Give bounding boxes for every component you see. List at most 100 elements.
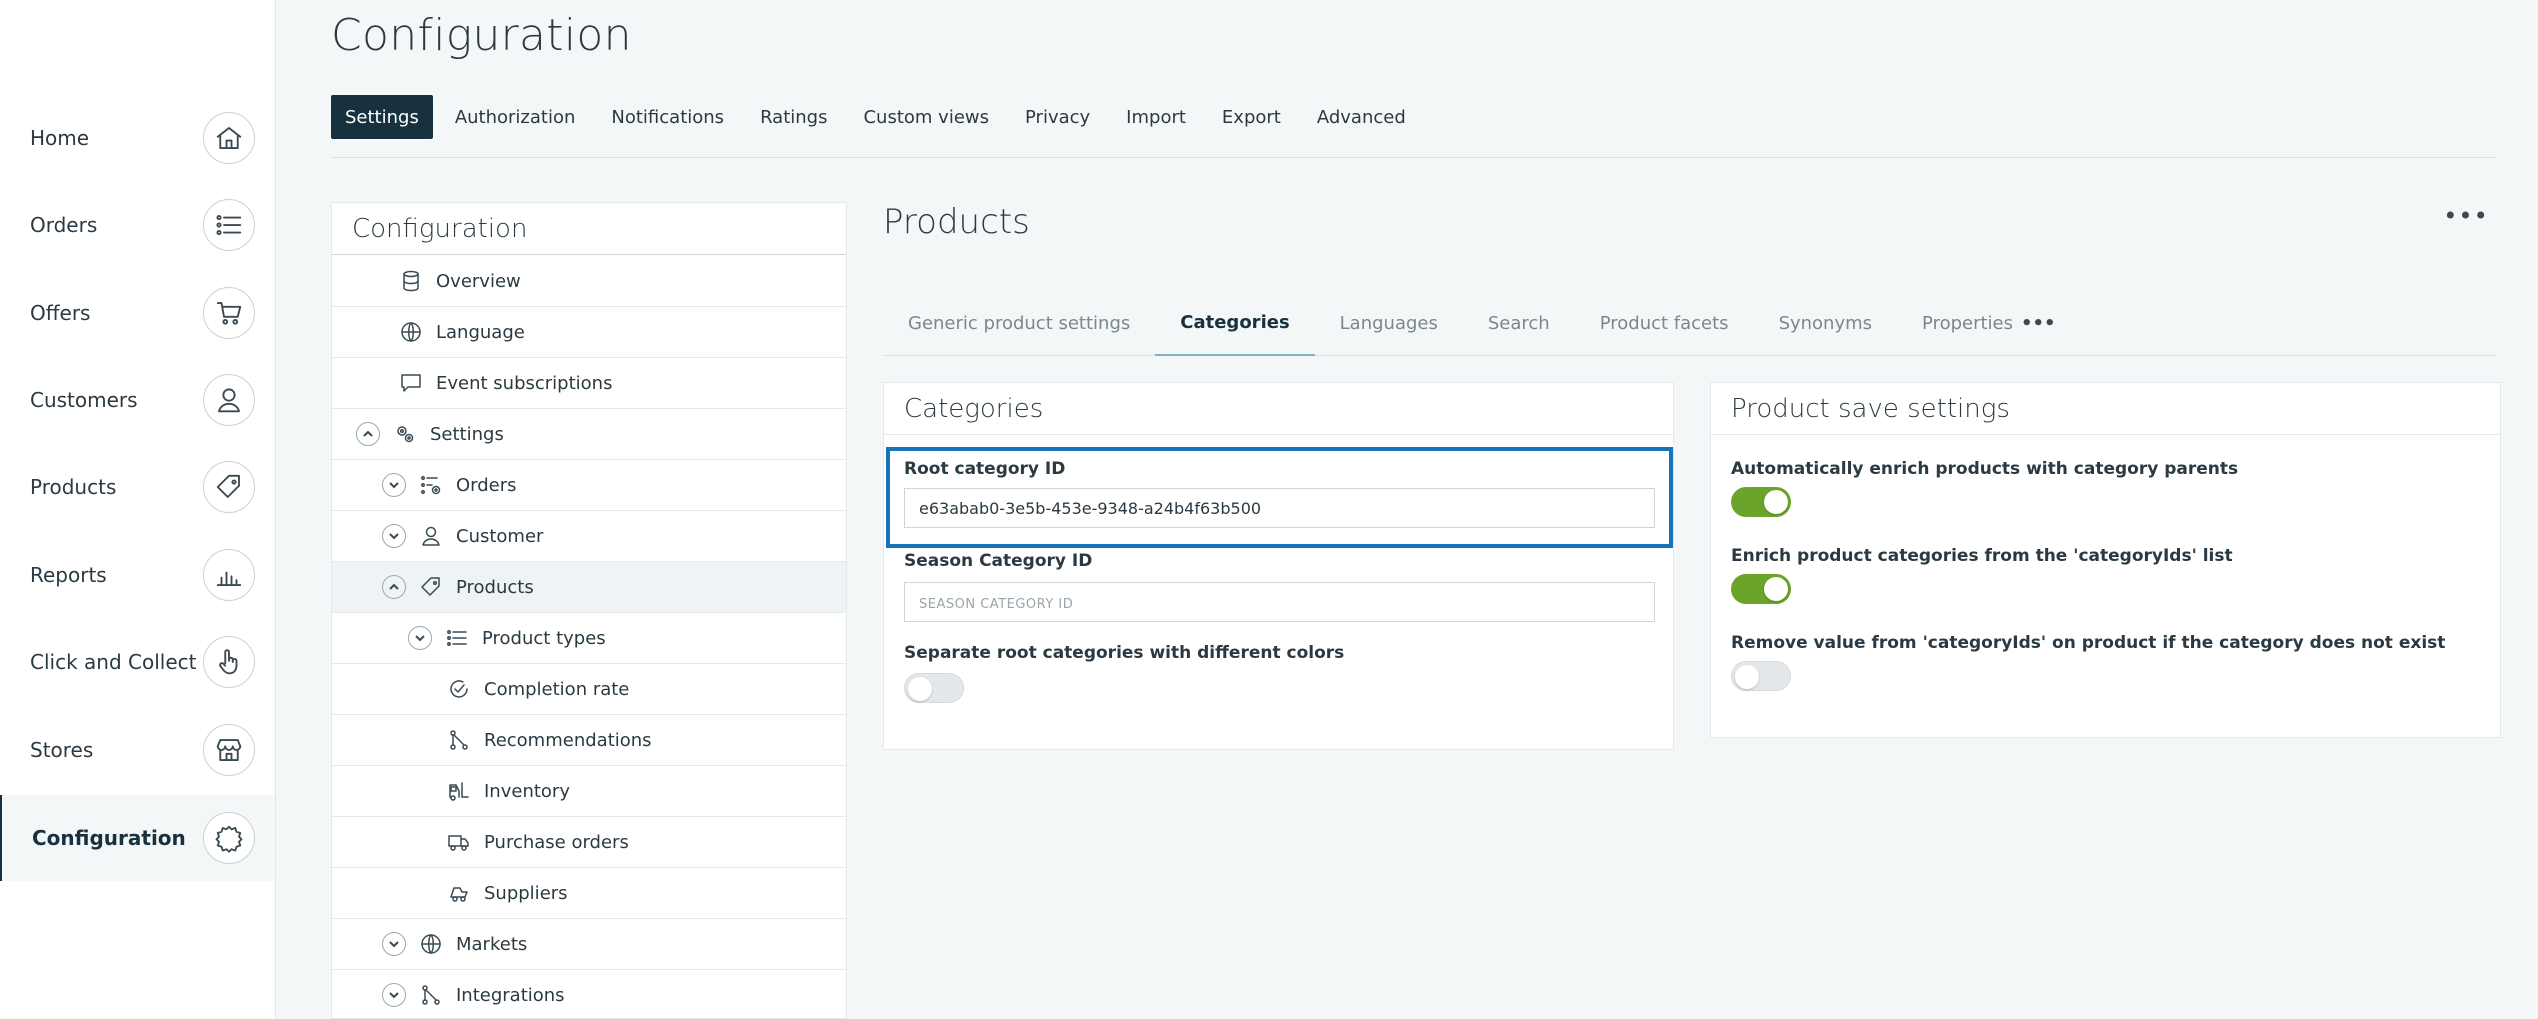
- nav-item-label: Offers: [30, 301, 91, 325]
- home-icon: [203, 112, 255, 164]
- list-gear-icon: [418, 472, 444, 498]
- chevron-down-icon[interactable]: [382, 983, 406, 1007]
- nav-item-click-and-collect[interactable]: Click and Collect: [0, 619, 275, 705]
- tree-item-label: Suppliers: [484, 882, 568, 904]
- root-category-input[interactable]: [904, 488, 1655, 528]
- tree-item-completion-rate[interactable]: Completion rate: [332, 664, 846, 715]
- tree-item-label: Inventory: [484, 780, 570, 802]
- list-icon: [203, 199, 255, 251]
- tab-advanced[interactable]: Advanced: [1303, 95, 1420, 139]
- hand-pointer-icon: [203, 636, 255, 688]
- subtab-generic-product-settings[interactable]: Generic product settings: [883, 290, 1155, 356]
- configuration-tree-panel: Configuration Overview Language Event su…: [331, 202, 847, 1019]
- card-title: Categories: [884, 383, 1673, 435]
- nodes-icon: [418, 982, 444, 1008]
- database-icon: [398, 268, 424, 294]
- section-title: Products: [883, 202, 1030, 242]
- more-subtabs-icon[interactable]: •••: [2021, 313, 2056, 334]
- tree-item-label: Settings: [430, 423, 504, 445]
- tab-custom-views[interactable]: Custom views: [849, 95, 1003, 139]
- tree-item-label: Product types: [482, 627, 606, 649]
- tree-item-integrations[interactable]: Integrations: [332, 970, 846, 1018]
- tab-export[interactable]: Export: [1208, 95, 1295, 139]
- store-icon: [203, 724, 255, 776]
- chevron-down-icon[interactable]: [408, 626, 432, 650]
- subtab-product-facets[interactable]: Product facets: [1575, 290, 1754, 356]
- subtab-properties[interactable]: Properties •••: [1897, 290, 2080, 356]
- categories-card: Categories Root category ID Season Categ…: [883, 382, 1674, 750]
- subtab-search[interactable]: Search: [1463, 290, 1575, 356]
- toggle-knob: [908, 677, 932, 701]
- header-divider: [331, 157, 2496, 158]
- page-title: Configuration: [331, 10, 632, 61]
- tree-item-settings[interactable]: Settings: [332, 409, 846, 460]
- root-category-label: Root category ID: [904, 459, 1066, 479]
- enrich-categoryids-toggle[interactable]: [1731, 574, 1791, 604]
- separate-colors-toggle[interactable]: [904, 673, 964, 703]
- tree-item-product-types[interactable]: Product types: [332, 613, 846, 664]
- nav-item-stores[interactable]: Stores: [0, 707, 275, 793]
- tab-authorization[interactable]: Authorization: [441, 95, 590, 139]
- tab-notifications[interactable]: Notifications: [597, 95, 738, 139]
- nav-item-products[interactable]: Products: [0, 444, 275, 530]
- tab-ratings[interactable]: Ratings: [746, 95, 841, 139]
- nav-item-orders[interactable]: Orders: [0, 182, 275, 268]
- tree-item-orders[interactable]: Orders: [332, 460, 846, 511]
- check-circle-icon: [446, 676, 472, 702]
- tree-item-label: Customer: [456, 525, 544, 547]
- tree-item-event-subscriptions[interactable]: Event subscriptions: [332, 358, 846, 409]
- tree-item-label: Products: [456, 576, 534, 598]
- remove-missing-category-toggle[interactable]: [1731, 661, 1791, 691]
- subtab-languages[interactable]: Languages: [1315, 290, 1463, 356]
- tab-settings[interactable]: Settings: [331, 95, 433, 139]
- tree-item-overview[interactable]: Overview: [332, 256, 846, 307]
- subtab-label: Properties: [1922, 312, 2014, 334]
- tree-item-language[interactable]: Language: [332, 307, 846, 358]
- nav-item-offers[interactable]: Offers: [0, 270, 275, 356]
- nav-item-home[interactable]: Home: [0, 95, 275, 181]
- nav-item-configuration[interactable]: Configuration: [0, 795, 275, 881]
- chevron-down-icon[interactable]: [382, 524, 406, 548]
- user-icon: [203, 374, 255, 426]
- tree-title: Configuration: [332, 203, 846, 255]
- separate-colors-label: Separate root categories with different …: [904, 643, 1345, 663]
- nav-item-label: Home: [30, 126, 90, 150]
- subtab-synonyms[interactable]: Synonyms: [1754, 290, 1897, 356]
- tree-item-label: Language: [436, 321, 525, 343]
- product-save-settings-card: Product save settings Automatically enri…: [1710, 382, 2501, 738]
- tree-item-recommendations[interactable]: Recommendations: [332, 715, 846, 766]
- nav-item-label: Products: [30, 475, 117, 499]
- enrich-parents-toggle[interactable]: [1731, 487, 1791, 517]
- chevron-up-icon[interactable]: [382, 575, 406, 599]
- tree-item-suppliers[interactable]: Suppliers: [332, 868, 846, 919]
- nav-item-customers[interactable]: Customers: [0, 357, 275, 443]
- card-title: Product save settings: [1711, 383, 2500, 435]
- nav-item-reports[interactable]: Reports: [0, 532, 275, 618]
- chevron-up-icon[interactable]: [356, 422, 380, 446]
- tree-item-products[interactable]: Products: [332, 562, 846, 613]
- toggle-knob: [1764, 577, 1788, 601]
- cart-icon: [203, 287, 255, 339]
- tree-item-inventory[interactable]: Inventory: [332, 766, 846, 817]
- tree-item-label: Completion rate: [484, 678, 630, 700]
- tree-item-label: Event subscriptions: [436, 372, 613, 394]
- tab-privacy[interactable]: Privacy: [1011, 95, 1104, 139]
- subtab-categories[interactable]: Categories: [1155, 290, 1315, 356]
- tab-import[interactable]: Import: [1112, 95, 1200, 139]
- list-icon: [444, 625, 470, 651]
- tree-item-customer[interactable]: Customer: [332, 511, 846, 562]
- enrich-parents-label: Automatically enrich products with categ…: [1731, 459, 2239, 479]
- nav-item-label: Orders: [30, 213, 98, 237]
- nav-item-label: Click and Collect: [30, 650, 197, 674]
- more-options-button[interactable]: •••: [2443, 198, 2487, 234]
- tree-item-label: Overview: [436, 270, 521, 292]
- season-category-input[interactable]: [904, 582, 1655, 622]
- tree-item-purchase-orders[interactable]: Purchase orders: [332, 817, 846, 868]
- top-tab-bar: Settings Authorization Notifications Rat…: [331, 95, 1428, 139]
- enrich-categoryids-label: Enrich product categories from the 'cate…: [1731, 546, 2233, 566]
- tag-icon: [418, 574, 444, 600]
- gears-icon: [392, 421, 418, 447]
- chevron-down-icon[interactable]: [382, 932, 406, 956]
- chevron-down-icon[interactable]: [382, 473, 406, 497]
- tree-item-markets[interactable]: Markets: [332, 919, 846, 970]
